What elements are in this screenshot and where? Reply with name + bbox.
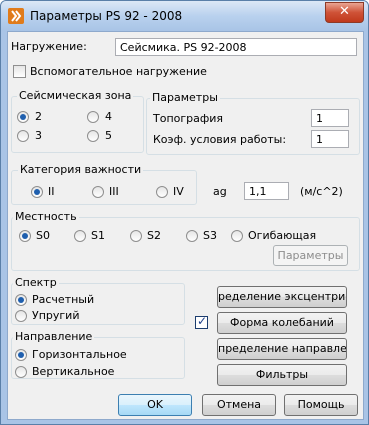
importance-title: Категория важности	[18, 163, 144, 176]
dialog-window: Параметры PS 92 - 2008 ✕ Нагружение: Сей…	[0, 0, 369, 425]
app-logo-icon	[8, 8, 24, 24]
modes-checkbox[interactable]	[195, 314, 208, 329]
terrain-radio-s0[interactable]	[19, 230, 31, 242]
spectrum-label-design: Расчетный	[32, 293, 95, 306]
aux-load-checkbox[interactable]	[13, 65, 26, 78]
importance-radio-iii[interactable]	[92, 186, 104, 198]
zone-label-3: 3	[35, 129, 42, 142]
direction-label-vertical: Вертикальное	[32, 365, 115, 378]
zone-radio-2[interactable]	[17, 111, 29, 123]
ag-field[interactable]: 1,1	[244, 182, 289, 200]
eccentricity-button[interactable]: ределение эксцентрисит	[217, 286, 347, 308]
terrain-label-s1: S1	[91, 229, 105, 242]
terrain-radio-s3[interactable]	[186, 230, 198, 242]
topography-field[interactable]: 1	[311, 109, 349, 127]
zone-label-5: 5	[105, 129, 112, 142]
params-title: Параметры	[150, 91, 220, 104]
filters-button[interactable]: Фильтры	[217, 364, 347, 386]
help-button[interactable]: Помощь	[284, 394, 358, 416]
zone-label-2: 2	[35, 110, 42, 123]
spectrum-label-elastic: Упругий	[32, 309, 80, 322]
terrain-label-envelope: Огибающая	[248, 229, 317, 242]
importance-radio-ii[interactable]	[31, 186, 43, 198]
direction-label-horizontal: Горизонтальное	[32, 348, 127, 361]
importance-label-ii: II	[48, 185, 55, 198]
terrain-label-s0: S0	[36, 229, 50, 242]
zone-radio-4[interactable]	[87, 111, 99, 123]
direction-radio-vertical[interactable]	[15, 366, 27, 378]
mode-shapes-button[interactable]: Форма колебаний	[217, 312, 347, 334]
seismic-zone-title: Сейсмическая зона	[17, 89, 134, 102]
terrain-params-button[interactable]: Параметры	[273, 245, 348, 266]
dialog-body: Нагружение: Сейсмика. PS 92-2008 Вспомог…	[7, 31, 364, 420]
aux-load-label: Вспомогательное нагружение	[30, 65, 207, 78]
terrain-label-s3: S3	[203, 229, 217, 242]
terrain-radio-envelope[interactable]	[231, 230, 243, 242]
ag-unit-label: (м/с^2)	[300, 185, 343, 198]
title-bar[interactable]: Параметры PS 92 - 2008 ✕	[1, 1, 368, 31]
cancel-button[interactable]: Отмена	[202, 394, 276, 416]
work-cond-label: Коэф. условия работы:	[153, 133, 287, 146]
zone-radio-5[interactable]	[87, 130, 99, 142]
close-icon[interactable]: ✕	[325, 2, 364, 23]
direction-radio-horizontal[interactable]	[15, 349, 27, 361]
directions-button[interactable]: пределение направлени	[217, 338, 347, 360]
load-name-field[interactable]: Сейсмика. PS 92-2008	[115, 38, 357, 56]
zone-radio-3[interactable]	[17, 130, 29, 142]
direction-title: Направление	[13, 330, 95, 343]
spectrum-radio-design[interactable]	[15, 294, 27, 306]
spectrum-radio-elastic[interactable]	[15, 310, 27, 322]
topography-label: Топография	[153, 112, 224, 125]
ag-label: ag	[213, 185, 227, 198]
importance-label-iv: IV	[173, 185, 184, 198]
load-label: Нагружение:	[11, 40, 87, 53]
spectrum-title: Спектр	[13, 276, 59, 289]
terrain-title: Местность	[13, 210, 79, 223]
work-cond-field[interactable]: 1	[311, 130, 349, 148]
terrain-label-s2: S2	[147, 229, 161, 242]
terrain-radio-s2[interactable]	[130, 230, 142, 242]
importance-radio-iv[interactable]	[156, 186, 168, 198]
terrain-radio-s1[interactable]	[74, 230, 86, 242]
window-title: Параметры PS 92 - 2008	[30, 9, 183, 23]
importance-label-iii: III	[109, 185, 119, 198]
ok-button[interactable]: OK	[118, 394, 192, 416]
zone-label-4: 4	[105, 110, 112, 123]
seismic-zone-group	[11, 96, 144, 153]
